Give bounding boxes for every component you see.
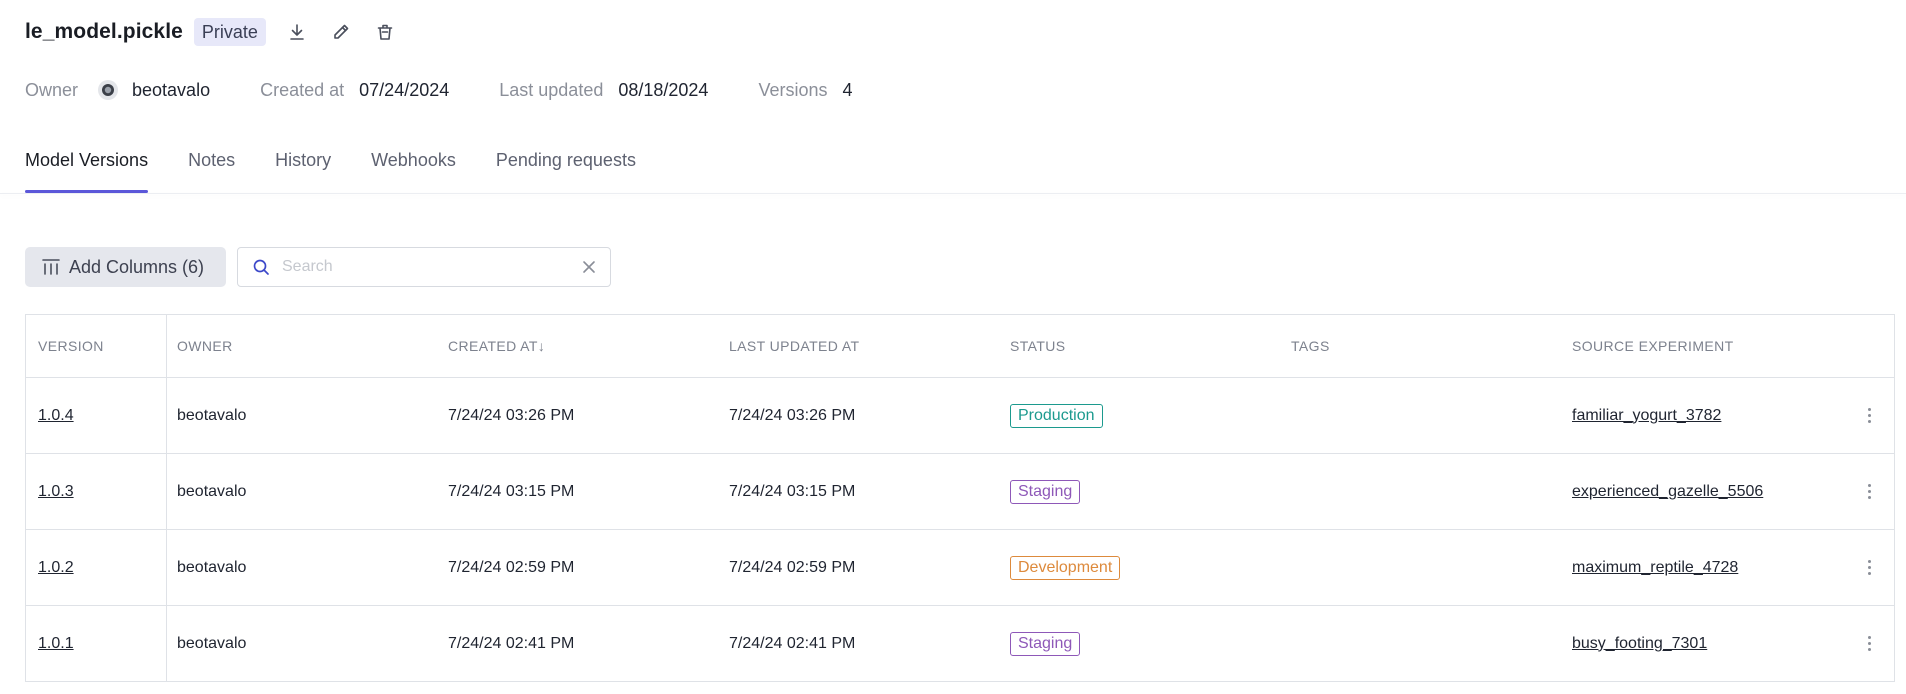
status-cell: Production <box>1010 378 1291 453</box>
source-experiment-link[interactable]: experienced_gazelle_5506 <box>1572 483 1763 501</box>
model-meta: Owner beotavalo Created at 07/24/2024 La… <box>25 78 903 102</box>
search-input[interactable] <box>282 258 582 276</box>
created-cell: 7/24/24 02:59 PM <box>448 558 575 576</box>
tab-webhooks[interactable]: Webhooks <box>371 142 456 194</box>
avatar <box>98 80 119 100</box>
col-header-created-at-label: CREATED AT <box>448 338 538 354</box>
source-cell: experienced_gazelle_5506 <box>1572 454 1844 529</box>
visibility-badge: Private <box>193 18 266 46</box>
status-cell: Staging <box>1010 606 1291 681</box>
table-row: 1.0.2 beotavalo 7/24/24 02:59 PM 7/24/24… <box>26 530 1894 606</box>
version-cell: 1.0.1 <box>26 606 167 681</box>
source-cell: familiar_yogurt_3782 <box>1572 378 1844 453</box>
source-experiment-link[interactable]: maximum_reptile_4728 <box>1572 559 1738 577</box>
more-options-icon[interactable] <box>1867 636 1871 651</box>
col-header-actions <box>1844 315 1894 377</box>
tab-pending-requests[interactable]: Pending requests <box>496 142 636 194</box>
more-options-icon[interactable] <box>1867 560 1871 575</box>
tab-history[interactable]: History <box>275 142 331 194</box>
tab-model-versions[interactable]: Model Versions <box>25 142 149 194</box>
source-experiment-link[interactable]: busy_footing_7301 <box>1572 635 1707 653</box>
version-link[interactable]: 1.0.1 <box>38 635 74 653</box>
status-badge: Staging <box>1010 631 1081 656</box>
created-cell: 7/24/24 03:15 PM <box>448 482 575 500</box>
table-row: 1.0.1 beotavalo 7/24/24 02:41 PM 7/24/24… <box>26 606 1894 682</box>
model-versions-table: VERSION OWNER CREATED AT ↓ LAST UPDATED … <box>25 314 1895 682</box>
add-columns-button[interactable]: Add Columns (6) <box>25 247 226 287</box>
tags-cell <box>1291 606 1572 681</box>
col-header-owner[interactable]: OWNER <box>167 315 448 377</box>
tags-cell <box>1291 454 1572 529</box>
owner-cell: beotavalo <box>177 482 247 500</box>
version-link[interactable]: 1.0.4 <box>38 407 74 425</box>
tab-notes[interactable]: Notes <box>188 142 235 194</box>
table-row: 1.0.4 beotavalo 7/24/24 03:26 PM 7/24/24… <box>26 378 1894 454</box>
col-header-status[interactable]: STATUS <box>1010 315 1291 377</box>
created-cell: 7/24/24 02:41 PM <box>448 634 575 652</box>
source-cell: maximum_reptile_4728 <box>1572 530 1844 605</box>
table-toolbar: Add Columns (6) <box>25 247 611 287</box>
search-icon <box>253 259 269 275</box>
table-row: 1.0.3 beotavalo 7/24/24 03:15 PM 7/24/24… <box>26 454 1894 530</box>
clear-search-icon[interactable] <box>582 260 596 274</box>
owner-label: Owner <box>25 79 79 100</box>
status-badge: Staging <box>1010 479 1081 504</box>
col-header-created-at[interactable]: CREATED AT ↓ <box>448 315 729 377</box>
col-header-tags[interactable]: TAGS <box>1291 315 1572 377</box>
updated-cell: 7/24/24 03:26 PM <box>729 406 856 424</box>
updated-cell: 7/24/24 02:59 PM <box>729 558 856 576</box>
version-cell: 1.0.2 <box>26 530 167 605</box>
tab-divider <box>0 193 1906 194</box>
updated-value: 08/18/2024 <box>618 79 709 100</box>
owner-cell: beotavalo <box>177 558 247 576</box>
version-cell: 1.0.3 <box>26 454 167 529</box>
version-link[interactable]: 1.0.2 <box>38 559 74 577</box>
updated-meta: Last updated 08/18/2024 <box>499 80 708 101</box>
updated-cell: 7/24/24 03:15 PM <box>729 482 856 500</box>
sort-desc-icon: ↓ <box>537 338 546 354</box>
search-box <box>237 247 611 287</box>
owner-meta: Owner beotavalo <box>25 80 210 101</box>
tags-cell <box>1291 530 1572 605</box>
download-icon[interactable] <box>284 19 310 45</box>
status-badge: Development <box>1010 555 1121 580</box>
tab-bar: Model Versions Notes History Webhooks Pe… <box>25 142 676 194</box>
col-header-version[interactable]: VERSION <box>26 315 167 377</box>
created-meta: Created at 07/24/2024 <box>260 80 449 101</box>
tags-cell <box>1291 378 1572 453</box>
created-cell: 7/24/24 03:26 PM <box>448 406 575 424</box>
status-cell: Staging <box>1010 454 1291 529</box>
table-header-row: VERSION OWNER CREATED AT ↓ LAST UPDATED … <box>26 315 1894 378</box>
versions-value: 4 <box>842 79 853 100</box>
versions-label: Versions <box>758 79 828 100</box>
version-cell: 1.0.4 <box>26 378 167 453</box>
version-link[interactable]: 1.0.3 <box>38 483 74 501</box>
versions-meta: Versions 4 <box>758 80 852 101</box>
source-cell: busy_footing_7301 <box>1572 606 1844 681</box>
more-options-icon[interactable] <box>1867 408 1871 423</box>
created-label: Created at <box>260 79 345 100</box>
created-value: 07/24/2024 <box>359 79 450 100</box>
updated-label: Last updated <box>499 79 604 100</box>
delete-icon[interactable] <box>372 19 398 45</box>
updated-cell: 7/24/24 02:41 PM <box>729 634 856 652</box>
model-header: le_model.pickle Private <box>25 18 398 46</box>
row-actions-cell <box>1844 606 1894 681</box>
owner-cell: beotavalo <box>177 634 247 652</box>
edit-icon[interactable] <box>328 19 354 45</box>
row-actions-cell <box>1844 530 1894 605</box>
owner-value: beotavalo <box>132 79 211 100</box>
status-badge: Production <box>1010 403 1103 428</box>
col-header-last-updated[interactable]: LAST UPDATED AT <box>729 315 1010 377</box>
row-actions-cell <box>1844 454 1894 529</box>
source-experiment-link[interactable]: familiar_yogurt_3782 <box>1572 407 1721 425</box>
more-options-icon[interactable] <box>1867 484 1871 499</box>
add-columns-label: Add Columns (6) <box>69 256 205 277</box>
owner-cell: beotavalo <box>177 406 247 424</box>
model-title: le_model.pickle <box>25 20 183 43</box>
columns-icon <box>42 259 60 275</box>
row-actions-cell <box>1844 378 1894 453</box>
status-cell: Development <box>1010 530 1291 605</box>
col-header-source-experiment[interactable]: SOURCE EXPERIMENT <box>1572 315 1844 377</box>
